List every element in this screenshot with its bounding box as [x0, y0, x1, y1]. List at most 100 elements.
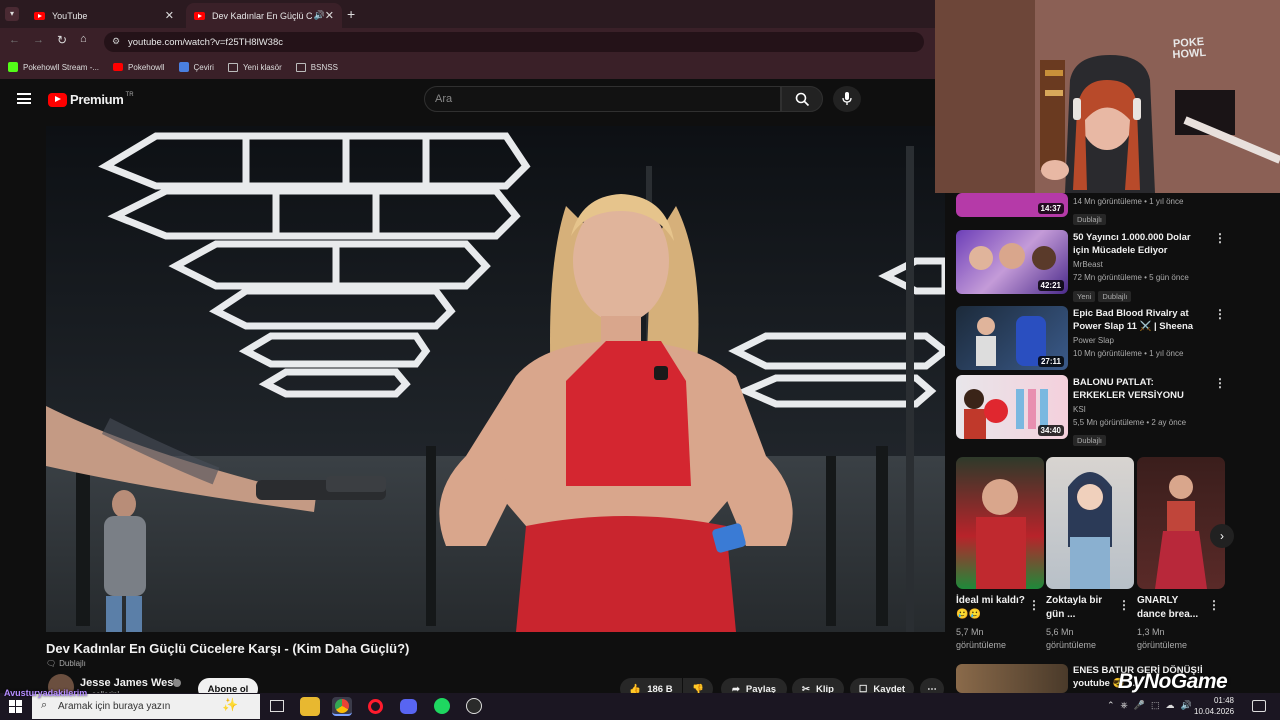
logo-text: Premium [70, 92, 124, 107]
duration-badge: 42:21 [1037, 280, 1064, 291]
rec-thumbnail[interactable] [956, 664, 1068, 693]
tab-video[interactable]: Dev Kadınlar En Güçlü Cüce 🔊 ✕ [186, 3, 342, 28]
bookmark-item[interactable]: Yeni klasör [227, 62, 282, 72]
clock-date[interactable]: 10.04.2026 [1194, 707, 1234, 716]
discord-icon[interactable] [400, 699, 417, 714]
short-title[interactable]: Zoktayla bir gün ... [1046, 594, 1116, 622]
short-art [1155, 475, 1207, 589]
tab-search-button[interactable]: ▾ [5, 7, 19, 21]
stream-overlay-text: Avusturyadakilerim [4, 688, 88, 698]
rec-views: 14 Mn görüntüleme • 1 yıl önce [1073, 197, 1184, 206]
short-art [976, 479, 1026, 589]
speaker-icon[interactable]: 🔊 [314, 10, 325, 21]
address-bar[interactable]: ⚙ youtube.com/watch?v=f25TH8lW38c [104, 32, 924, 52]
short-views: 1,3 Mn görüntüleme [1137, 627, 1188, 650]
webcam-brand-text: POKE HOWL [1172, 35, 1207, 62]
dubbed-badge: 🗨 Dublajlı [46, 659, 86, 668]
task-view-icon[interactable] [270, 700, 284, 712]
bookmark-item[interactable]: BSNSS [295, 62, 338, 72]
rec-channel[interactable]: MrBeast [1073, 259, 1103, 271]
dubbed-badge: Dublajlı [1073, 435, 1107, 446]
youtube-logo-icon [48, 92, 67, 107]
rec-channel[interactable]: Power Slap [1073, 335, 1114, 347]
rec-title[interactable]: BALONU PATLAT: ERKEKLER VERSİYONU [1073, 376, 1208, 402]
video-title: Dev Kadınlar En Güçlü Cücelere Karşı - (… [46, 641, 410, 656]
kick-icon [8, 62, 18, 72]
dubbed-badge: Dublajlı [1073, 214, 1107, 225]
bookmark-item[interactable]: Çeviri [178, 62, 214, 72]
bynogame-watermark: ByNoGame [1118, 670, 1228, 693]
chrome-taskbar-button[interactable] [332, 697, 352, 716]
close-tab-icon[interactable]: ✕ [325, 9, 334, 22]
youtube-favicon-icon [34, 11, 45, 20]
more-options-icon[interactable]: ⋮ [1214, 231, 1226, 245]
clock-time[interactable]: 01:48 [1204, 696, 1234, 705]
rec-thumbnail[interactable]: 34:40 [956, 375, 1068, 439]
windows-start-icon[interactable] [9, 700, 22, 713]
opera-icon[interactable] [368, 699, 383, 714]
youtube-favicon-icon [194, 11, 205, 20]
voice-search-button[interactable] [833, 86, 861, 112]
system-tray-icons[interactable]: ⌃⎈🎤⬚☁🔊 [1107, 700, 1198, 711]
reload-icon[interactable]: ↻ [57, 33, 67, 47]
rec-thumbnail[interactable]: 27:11 [956, 306, 1068, 370]
channel-name[interactable]: Jesse James West [80, 677, 177, 689]
short-title[interactable]: İdeal mi kaldı? 🥲🥲 [956, 594, 1026, 622]
duration-badge: 34:40 [1037, 425, 1064, 436]
youtube-icon [113, 63, 124, 71]
obs-icon[interactable] [466, 698, 482, 714]
dub-icon: 🗨 [46, 659, 57, 668]
spotify-icon[interactable] [434, 698, 450, 714]
bookmark-item[interactable]: Pokehowll Stream -... [8, 62, 99, 72]
home-icon[interactable]: ⌂ [80, 33, 87, 45]
short-thumbnail[interactable] [956, 457, 1044, 589]
more-options-icon[interactable]: ⋮ [1208, 598, 1220, 612]
bookmark-item[interactable]: Pokehowll [113, 63, 165, 72]
verified-icon [173, 679, 181, 687]
short-thumbnail[interactable] [1137, 457, 1225, 589]
site-info-icon[interactable]: ⚙ [112, 36, 120, 47]
close-tab-icon[interactable]: ✕ [165, 9, 174, 22]
more-options-icon[interactable]: ⋮ [1028, 598, 1040, 612]
rec-title[interactable]: 50 Yayıncı 1.000.000 Dolar için Mücadele… [1073, 231, 1208, 257]
logo-region: TR [125, 91, 134, 98]
rec-channel[interactable]: KSI [1073, 404, 1086, 416]
tab-label: YouTube [52, 10, 88, 21]
short-views: 5,6 Mn görüntüleme [1046, 627, 1097, 650]
more-options-icon[interactable]: ⋮ [1118, 598, 1130, 612]
back-icon[interactable]: ← [9, 34, 20, 46]
tab-youtube[interactable]: YouTube ✕ [26, 3, 182, 28]
youtube-logo[interactable]: Premium TR [48, 92, 134, 107]
url-text: youtube.com/watch?v=f25TH8lW38c [128, 36, 283, 48]
tab-label: Dev Kadınlar En Güçlü Cüce [211, 10, 312, 21]
folder-icon [295, 62, 306, 72]
rec-thumbnail[interactable]: 14:37 [956, 193, 1068, 217]
webcam-feed [935, 0, 1280, 193]
rec-views: 72 Mn görüntüleme • 5 gün önce [1073, 273, 1189, 282]
sparkle-icon: ✨ [222, 697, 239, 712]
short-views: 5,7 Mn görüntüleme [956, 627, 1007, 650]
short-art [1068, 472, 1112, 589]
forward-icon[interactable]: → [33, 34, 44, 46]
duration-badge: 27:11 [1037, 356, 1064, 367]
new-tab-icon[interactable]: + [347, 6, 355, 22]
webcam-overlay: POKE HOWL [935, 0, 1280, 193]
folder-icon [227, 62, 238, 72]
chrome-icon [335, 699, 349, 713]
rec-thumbnail[interactable]: 42:21 [956, 230, 1068, 294]
search-input[interactable]: Ara [424, 86, 781, 112]
shorts-next-button[interactable]: › [1210, 524, 1234, 548]
video-frame [46, 126, 945, 632]
short-thumbnail[interactable] [1046, 457, 1134, 589]
file-explorer-icon[interactable] [300, 697, 320, 716]
menu-icon[interactable] [17, 93, 31, 104]
rec-title[interactable]: Epic Bad Blood Rivalry at Power Slap 11 … [1073, 307, 1208, 333]
notification-icon[interactable] [1252, 700, 1266, 712]
microphone-icon [842, 92, 852, 105]
short-title[interactable]: GNARLY dance brea... [1137, 594, 1207, 622]
search-icon: ⌕ [41, 699, 48, 711]
more-options-icon[interactable]: ⋮ [1214, 376, 1226, 390]
search-button[interactable] [781, 86, 823, 112]
more-options-icon[interactable]: ⋮ [1214, 307, 1226, 321]
video-player[interactable] [46, 126, 945, 632]
